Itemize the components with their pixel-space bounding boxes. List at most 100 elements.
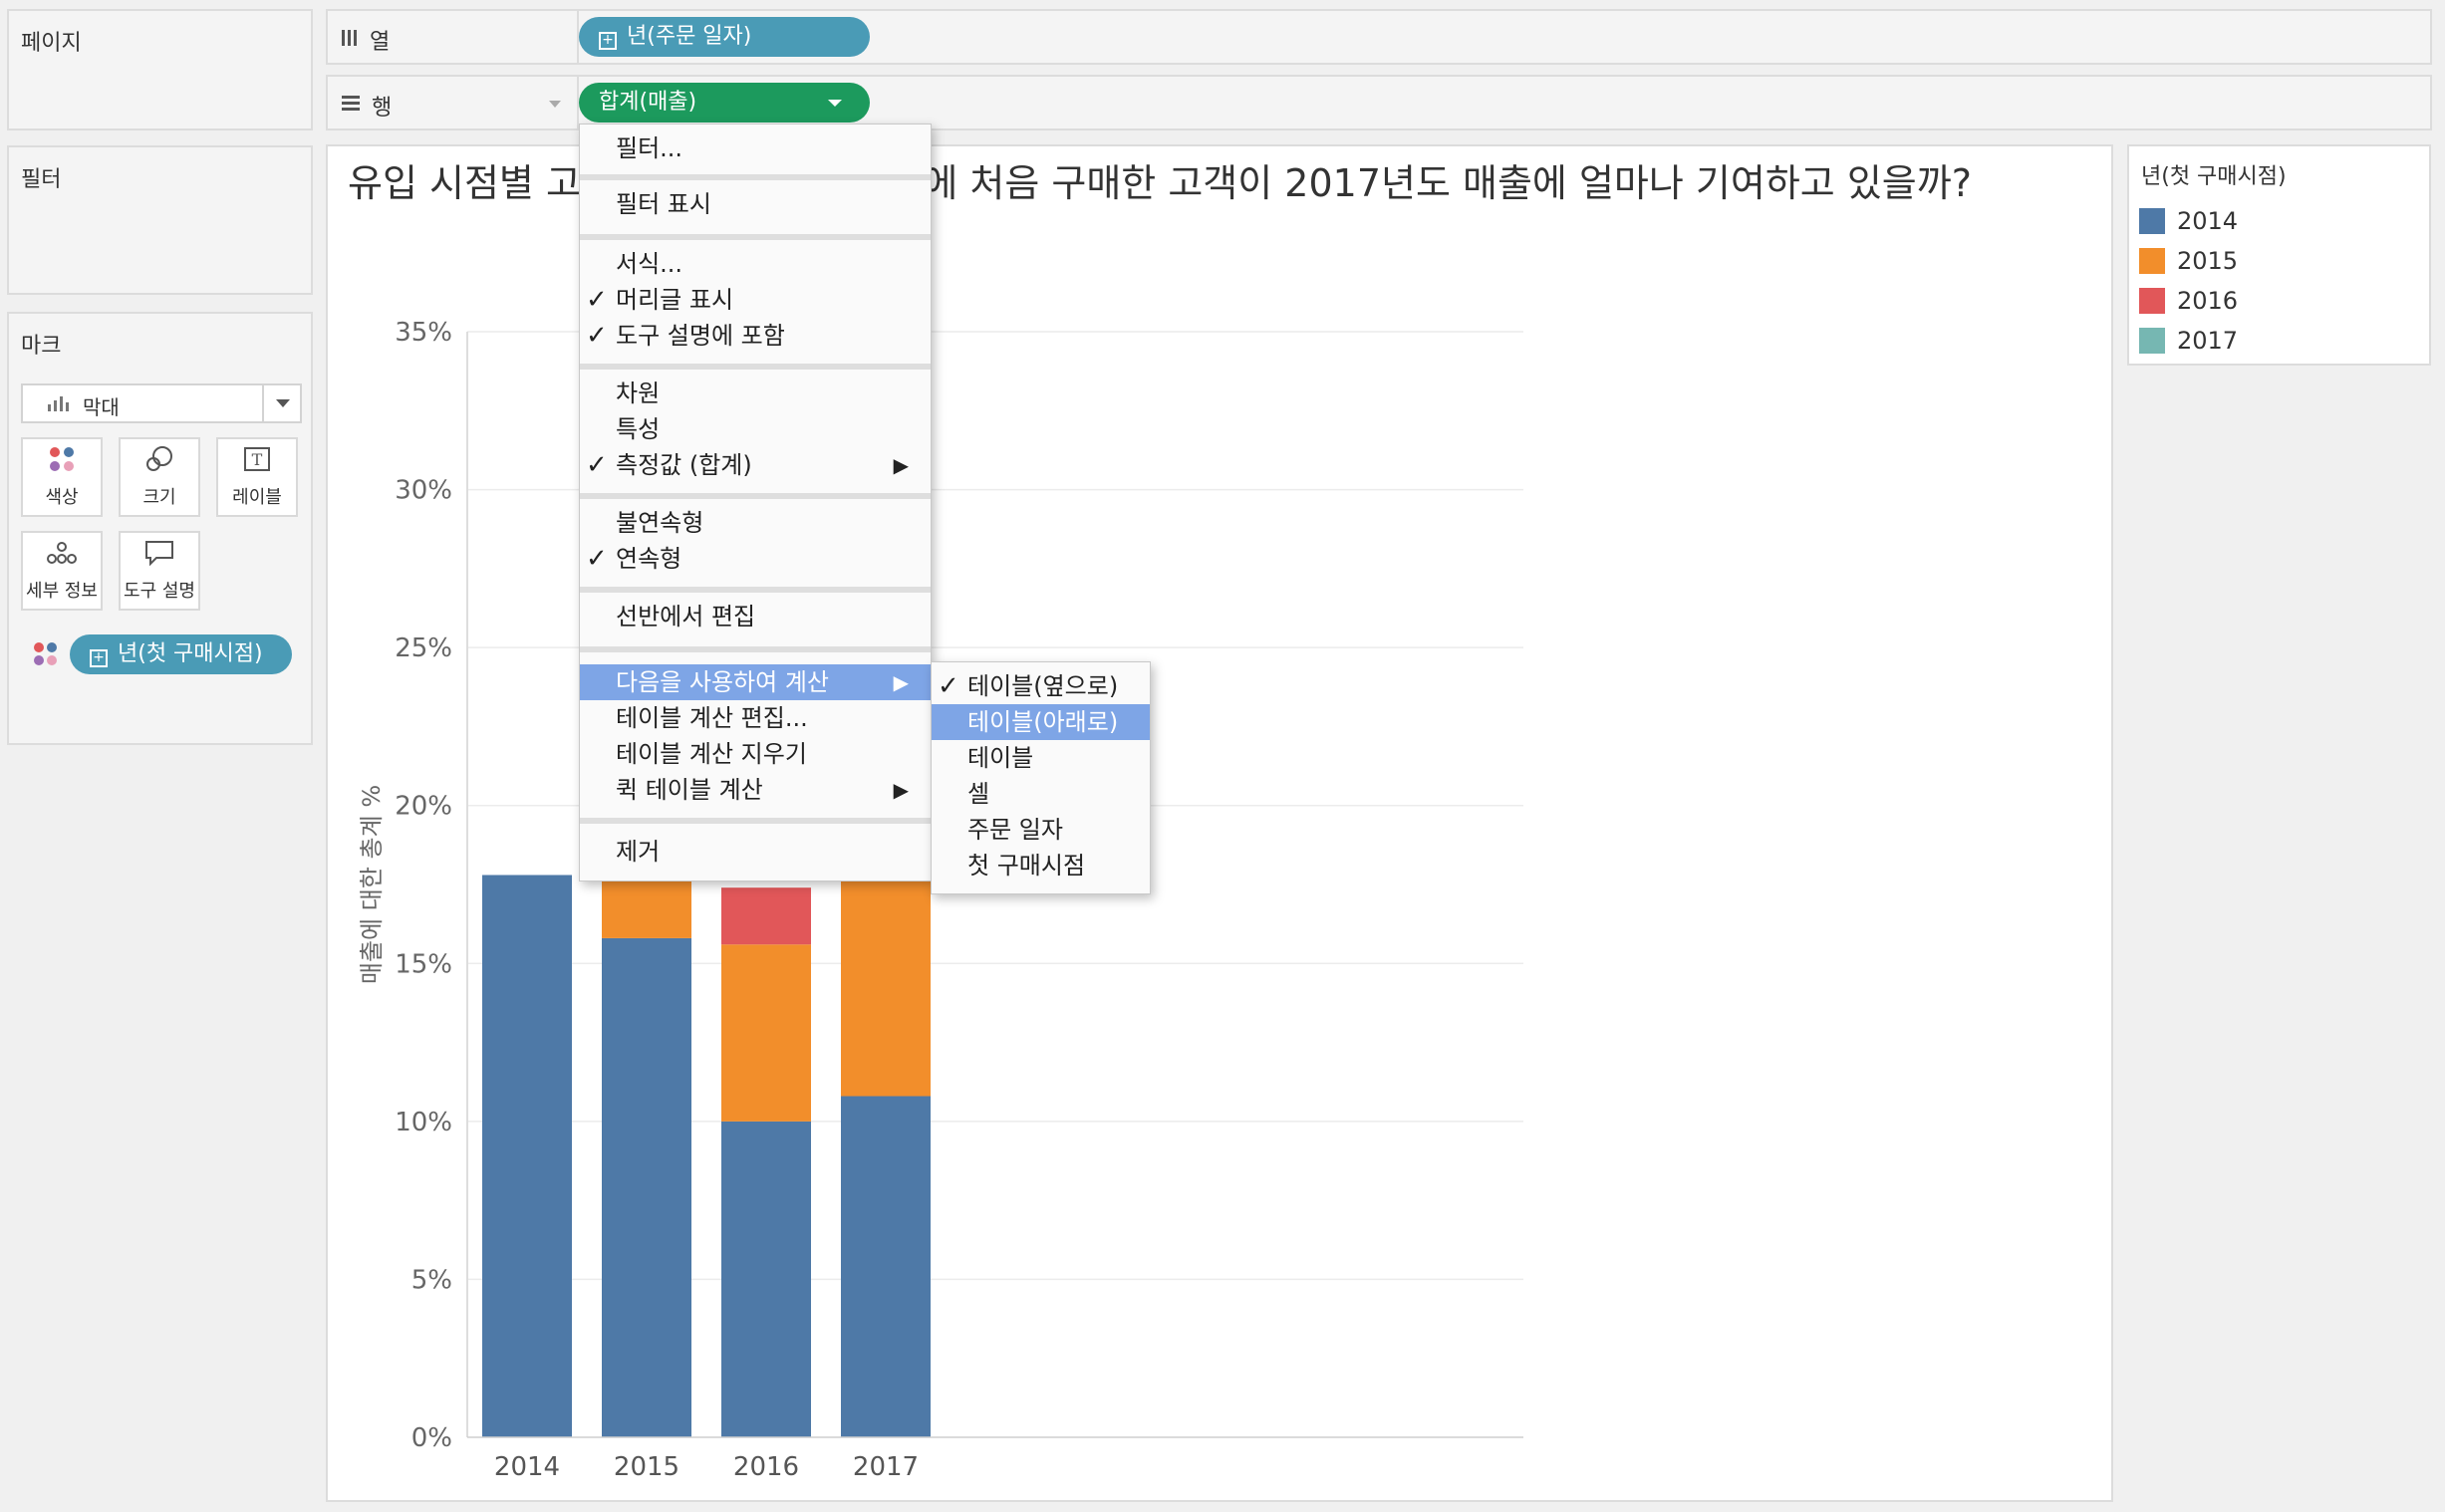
rows-field-pill[interactable]: 합계(매출)	[579, 83, 870, 123]
y-tick-label: 5%	[411, 1265, 452, 1295]
text-label-icon: T	[244, 446, 270, 476]
rows-shelf-dropdown-icon[interactable]	[549, 101, 561, 108]
menu-item-label: 다음을 사용하여 계산	[616, 668, 829, 696]
legend-item[interactable]: 2015	[2139, 246, 2238, 276]
chevron-down-icon[interactable]	[828, 100, 842, 107]
menu-item-show-filter[interactable]: 필터 표시	[580, 186, 931, 222]
submenu-item-order-date[interactable]: 주문 일자	[932, 812, 1150, 848]
bar-segment	[721, 1121, 811, 1437]
menu-item-label: 제거	[616, 838, 661, 866]
menu-item-include-tooltip[interactable]: ✓ 도구 설명에 포함	[580, 318, 931, 354]
chevron-down-icon[interactable]	[276, 399, 290, 407]
tooltip-card-label: 도구 설명	[124, 581, 195, 602]
bar-segment	[841, 881, 931, 1097]
menu-item-quick-table-calc[interactable]: 퀵 테이블 계산 ▶	[580, 772, 931, 808]
legend-swatch	[2139, 328, 2165, 354]
y-tick-label: 25%	[395, 633, 452, 663]
menu-item-label: 연속형	[616, 545, 682, 573]
submenu-arrow-icon: ▶	[893, 453, 909, 477]
menu-item-clear-table-calc[interactable]: 테이블 계산 지우기	[580, 736, 931, 772]
menu-item-label: 필터 표시	[616, 190, 711, 218]
size-circles-icon	[144, 445, 174, 478]
menu-separator	[580, 174, 931, 180]
menu-item-continuous[interactable]: ✓ 연속형	[580, 541, 931, 577]
menu-item-measure[interactable]: ✓ 측정값 (합계) ▶	[580, 447, 931, 483]
color-field-pill-label: 년(첫 구매시점)	[118, 641, 263, 666]
submenu-item-label: 테이블	[967, 744, 1034, 772]
menu-item-show-header[interactable]: ✓ 머리글 표시	[580, 282, 931, 318]
menu-item-label: 서식...	[616, 250, 683, 278]
marks-panel: 마크 막대 색상 크기 T 레이블 세부 정보 도구 설명 + 년(첫 구매시점)	[7, 312, 313, 745]
submenu-item-label: 셀	[967, 780, 990, 808]
menu-separator	[580, 234, 931, 240]
bar-segment	[841, 1096, 931, 1437]
mark-type-select[interactable]: 막대	[21, 383, 302, 423]
legend-swatch	[2139, 248, 2165, 274]
menu-item-dimension[interactable]: 차원	[580, 376, 931, 411]
legend-item-label: 2014	[2177, 207, 2239, 235]
color-card-label: 색상	[45, 487, 79, 508]
menu-item-compute-using[interactable]: 다음을 사용하여 계산 ▶	[580, 664, 931, 700]
submenu-item-table[interactable]: 테이블	[932, 740, 1150, 776]
filters-panel-title: 필터	[21, 167, 62, 192]
checkmark-icon: ✓	[938, 671, 959, 701]
color-dots-icon	[33, 641, 59, 671]
menu-separator	[580, 646, 931, 652]
tooltip-bubble-icon	[144, 540, 174, 571]
svg-text:T: T	[252, 450, 263, 469]
menu-item-label: 측정값 (합계)	[616, 451, 752, 479]
legend-item[interactable]: 2016	[2139, 286, 2238, 316]
menu-item-label: 특성	[616, 415, 661, 443]
legend-item[interactable]: 2017	[2139, 326, 2238, 356]
label-card[interactable]: T 레이블	[216, 437, 298, 517]
menu-item-label: 테이블 계산 지우기	[616, 740, 807, 768]
menu-item-label: 도구 설명에 포함	[616, 322, 785, 350]
tooltip-card[interactable]: 도구 설명	[119, 531, 200, 611]
submenu-arrow-icon: ▶	[893, 670, 909, 694]
menu-separator	[580, 493, 931, 499]
bar-segment	[721, 887, 811, 945]
menu-item-edit-table-calc[interactable]: 테이블 계산 편집...	[580, 700, 931, 736]
compute-using-submenu: ✓ 테이블(옆으로) 테이블(아래로) 테이블 셀 주문 일자 첫 구매시점	[931, 661, 1151, 894]
y-axis-title: 매출에 대한 총계 %	[358, 785, 386, 984]
mark-type-value: 막대	[83, 395, 120, 419]
menu-item-format[interactable]: 서식...	[580, 246, 931, 282]
submenu-item-first-purchase[interactable]: 첫 구매시점	[932, 848, 1150, 883]
bar-segment	[482, 875, 572, 1437]
mark-type-divider	[262, 385, 264, 421]
menu-item-discrete[interactable]: 불연속형	[580, 505, 931, 541]
submenu-item-table-down[interactable]: 테이블(아래로)	[932, 704, 1150, 740]
menu-item-label: 불연속형	[616, 509, 704, 537]
detail-card[interactable]: 세부 정보	[21, 531, 103, 611]
y-tick-label: 20%	[395, 792, 452, 822]
columns-field-pill[interactable]: + 년(주문 일자)	[579, 17, 870, 57]
marks-panel-title: 마크	[21, 334, 62, 359]
legend-item[interactable]: 2014	[2139, 206, 2238, 236]
bar-segment	[602, 937, 691, 1437]
color-dots-icon	[48, 445, 76, 478]
menu-item-remove[interactable]: 제거	[580, 834, 931, 870]
checkmark-icon: ✓	[586, 285, 608, 315]
menu-item-attribute[interactable]: 특성	[580, 411, 931, 447]
menu-item-edit-in-shelf[interactable]: 선반에서 편집	[580, 599, 931, 634]
legend-swatch	[2139, 208, 2165, 234]
columns-shelf: 열 + 년(주문 일자)	[326, 9, 2432, 65]
size-card[interactable]: 크기	[119, 437, 200, 517]
rows-icon	[340, 93, 362, 119]
menu-item-label: 테이블 계산 편집...	[616, 704, 808, 732]
x-tick-label: 2017	[853, 1452, 919, 1482]
checkmark-icon: ✓	[586, 321, 608, 351]
detail-card-label: 세부 정보	[26, 581, 98, 602]
menu-item-filter[interactable]: 필터...	[580, 130, 931, 166]
submenu-item-cell[interactable]: 셀	[932, 776, 1150, 812]
submenu-item-table-across[interactable]: ✓ 테이블(옆으로)	[932, 668, 1150, 704]
rows-shelf-label: 행	[372, 96, 393, 121]
color-field-pill[interactable]: + 년(첫 구매시점)	[70, 634, 292, 674]
color-legend: 년(첫 구매시점) 2014 2015 2016 2017	[2127, 144, 2431, 366]
y-tick-label: 15%	[395, 949, 452, 979]
menu-item-label: 선반에서 편집	[616, 603, 756, 630]
submenu-item-label: 테이블(아래로)	[967, 708, 1119, 736]
color-card[interactable]: 색상	[21, 437, 103, 517]
menu-separator	[580, 364, 931, 370]
y-tick-label: 30%	[395, 476, 452, 506]
